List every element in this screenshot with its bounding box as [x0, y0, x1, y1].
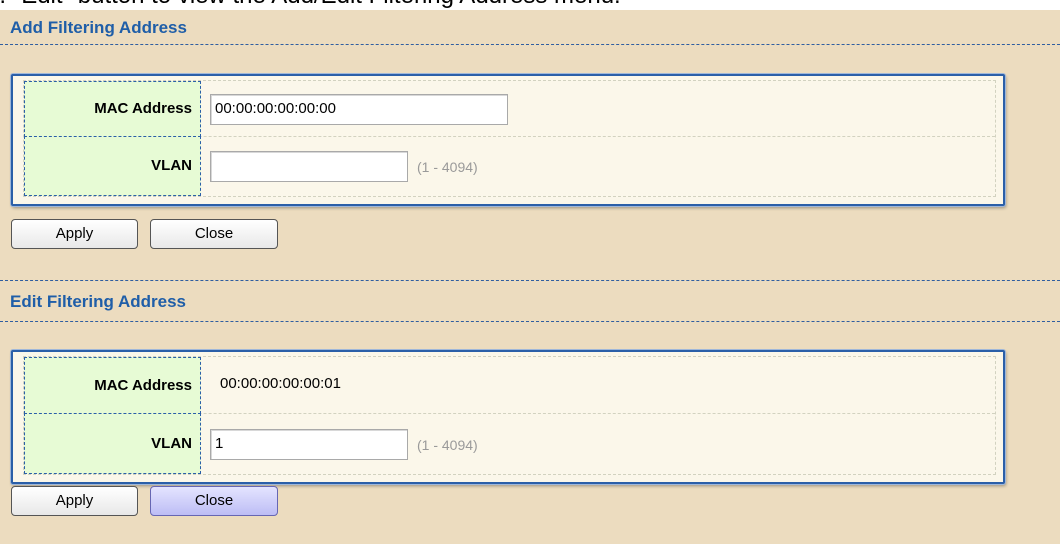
filtering-panel: Add Filtering Address MAC Address VLAN 0… [0, 10, 1060, 544]
vlan-input[interactable] [210, 151, 408, 182]
edit-close-button[interactable]: Close [150, 486, 278, 516]
edit-section-title: Edit Filtering Address [10, 292, 187, 311]
add-form-box: MAC Address VLAN 00:00:00:00:00:00 (1 - … [11, 74, 1005, 206]
mac-address-label: MAC Address [24, 357, 201, 414]
vlan-label: VLAN [24, 136, 201, 196]
add-form-table: MAC Address VLAN 00:00:00:00:00:00 (1 - … [23, 80, 996, 197]
section-divider [0, 44, 1060, 45]
section-divider [0, 280, 1060, 281]
vlan-input[interactable]: 1 [210, 429, 408, 460]
mac-address-value: 00:00:00:00:00:01 [220, 375, 341, 392]
document-caption: 3. "Edit" button to view the Add/Edit Fi… [0, 0, 1060, 10]
add-section-title: Add Filtering Address [10, 18, 187, 37]
vlan-range-hint: (1 - 4094) [417, 437, 478, 453]
add-close-button[interactable]: Close [150, 219, 278, 249]
vlan-label: VLAN [24, 413, 201, 474]
vlan-range-hint: (1 - 4094) [417, 159, 478, 175]
section-divider [0, 321, 1060, 322]
mac-address-input[interactable]: 00:00:00:00:00:00 [210, 94, 508, 125]
mac-address-label: MAC Address [24, 81, 201, 137]
edit-form-box: MAC Address VLAN 00:00:00:00:00:01 1 (1 … [11, 350, 1005, 484]
add-apply-button[interactable]: Apply [11, 219, 138, 249]
edit-apply-button[interactable]: Apply [11, 486, 138, 516]
edit-form-table: MAC Address VLAN 00:00:00:00:00:01 1 (1 … [23, 356, 996, 475]
